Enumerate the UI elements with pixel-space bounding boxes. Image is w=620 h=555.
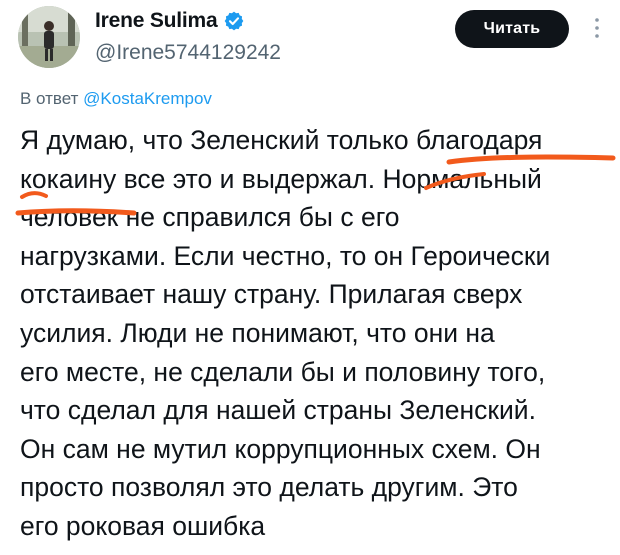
display-name[interactable]: Irene Sulima: [95, 8, 218, 34]
tweet-line: его роковая ошибка: [20, 510, 266, 541]
tweet-line: усилия. Люди не понимают, что они на: [20, 317, 495, 348]
tweet-line: его месте, не сделали бы и половину того…: [20, 356, 546, 387]
tweet-line: просто позволял это делать другим. Это: [20, 472, 518, 503]
avatar[interactable]: [18, 6, 80, 68]
tweet-line: человек не справился бы с его: [20, 202, 400, 233]
tweet-line: что сделал для нашей страны Зеленский.: [20, 395, 536, 426]
tweet-header: Irene Sulima @Irene5744129242 Читать: [0, 0, 620, 78]
follow-button[interactable]: Читать: [455, 10, 569, 48]
reply-context: В ответ @KostaKrempov: [20, 88, 212, 110]
avatar-photo-icon: [18, 6, 80, 68]
user-block: Irene Sulima @Irene5744129242: [95, 8, 425, 68]
reply-prefix: В ответ: [20, 89, 84, 108]
name-row: Irene Sulima: [95, 8, 425, 34]
tweet-line: Я думаю, что Зеленский только благодаря: [20, 125, 543, 155]
verified-badge-icon: [223, 10, 245, 32]
user-handle[interactable]: @Irene5744129242: [95, 40, 425, 66]
reply-mention-link[interactable]: @KostaKrempov: [83, 89, 212, 108]
tweet-line: отстаивает нашу страну. Прилагая сверх: [20, 279, 523, 310]
tweet-line: нагрузками. Если честно, то он Героическ…: [20, 240, 551, 271]
more-vertical-icon[interactable]: [592, 14, 602, 42]
tweet-line: Он сам не мутил коррупционных схем. Он: [20, 433, 541, 464]
tweet-line: кокаину все это и выдержал. Нормальный: [20, 163, 542, 194]
tweet-text: Я думаю, что Зеленский только благодаря …: [20, 121, 616, 551]
